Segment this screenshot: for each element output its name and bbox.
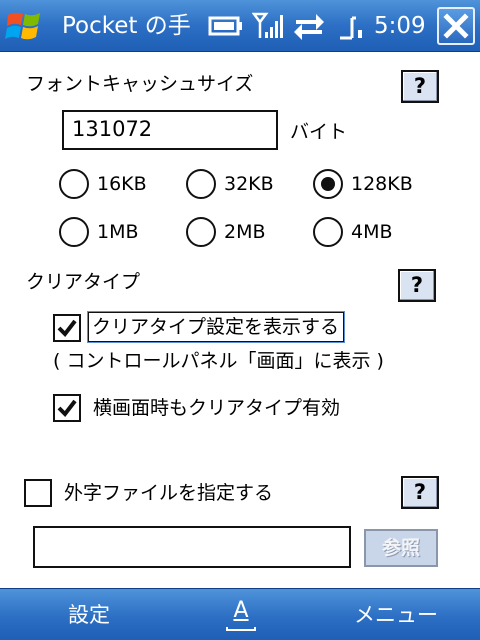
data-sync-icon[interactable] xyxy=(292,10,326,42)
radio-label: 2MB xyxy=(224,221,266,243)
radio-circle xyxy=(186,217,216,247)
title-bar: Pocket の手 5:09 xyxy=(0,0,480,52)
radio-circle xyxy=(186,169,216,199)
clock[interactable]: 5:09 xyxy=(374,11,426,41)
checkmark-icon xyxy=(57,399,77,418)
external-char-checkbox[interactable] xyxy=(24,479,52,507)
radio-label: 4MB xyxy=(351,221,393,243)
browse-button[interactable]: 参照 xyxy=(364,529,438,567)
input-panel-button[interactable]: A xyxy=(224,597,258,633)
close-icon xyxy=(443,13,469,39)
external-char-file-input[interactable] xyxy=(33,526,351,568)
app-title: Pocket の手 xyxy=(62,13,191,39)
font-cache-size-input[interactable]: 131072 xyxy=(62,110,278,150)
start-button[interactable] xyxy=(4,6,46,46)
radio-4mb[interactable]: 4MB xyxy=(313,217,423,249)
radio-label: 1MB xyxy=(97,221,139,243)
windows-flag-icon xyxy=(5,12,40,40)
softkey-bar: 設定 A メニュー xyxy=(0,588,480,640)
radio-16kb[interactable]: 16KB xyxy=(59,169,169,201)
settings-softkey[interactable]: 設定 xyxy=(68,601,110,629)
radio-selected-dot xyxy=(321,177,335,191)
radio-32kb[interactable]: 32KB xyxy=(186,169,296,201)
checkmark-icon xyxy=(57,319,77,338)
radio-1mb[interactable]: 1MB xyxy=(59,217,169,249)
cleartype-label: クリアタイプ xyxy=(26,271,141,293)
battery-icon[interactable] xyxy=(208,10,244,42)
external-char-help-button[interactable]: ? xyxy=(401,476,439,509)
cleartype-help-button[interactable]: ? xyxy=(398,269,436,302)
close-button[interactable] xyxy=(437,7,475,45)
radio-label: 128KB xyxy=(351,173,413,195)
radio-label: 32KB xyxy=(224,173,274,195)
radio-128kb[interactable]: 128KB xyxy=(313,169,433,201)
keyboard-icon-base xyxy=(226,627,256,631)
radio-circle xyxy=(313,169,343,199)
external-char-label[interactable]: 外字ファイルを指定する xyxy=(64,480,273,506)
radio-circle xyxy=(313,217,343,247)
font-cache-help-button[interactable]: ? xyxy=(401,70,439,103)
show-cleartype-settings-label[interactable]: クリアタイプ設定を表示する xyxy=(86,311,346,343)
radio-2mb[interactable]: 2MB xyxy=(186,217,296,249)
bytes-unit-label: バイト xyxy=(290,121,348,143)
signal-icon[interactable] xyxy=(252,10,284,42)
radio-circle xyxy=(59,169,89,199)
volume-icon[interactable] xyxy=(336,10,366,42)
radio-circle xyxy=(59,217,89,247)
menu-softkey[interactable]: メニュー xyxy=(354,601,438,629)
landscape-cleartype-checkbox[interactable] xyxy=(53,394,81,422)
keyboard-icon: A xyxy=(233,598,249,623)
radio-label: 16KB xyxy=(97,173,147,195)
control-panel-note: ( コントロールパネル「画面」に表示 ) xyxy=(53,350,384,372)
landscape-cleartype-label[interactable]: 横画面時もクリアタイプ有効 xyxy=(93,395,340,421)
font-cache-size-label: フォントキャッシュサイズ xyxy=(26,73,254,95)
show-cleartype-settings-checkbox[interactable] xyxy=(53,314,81,342)
